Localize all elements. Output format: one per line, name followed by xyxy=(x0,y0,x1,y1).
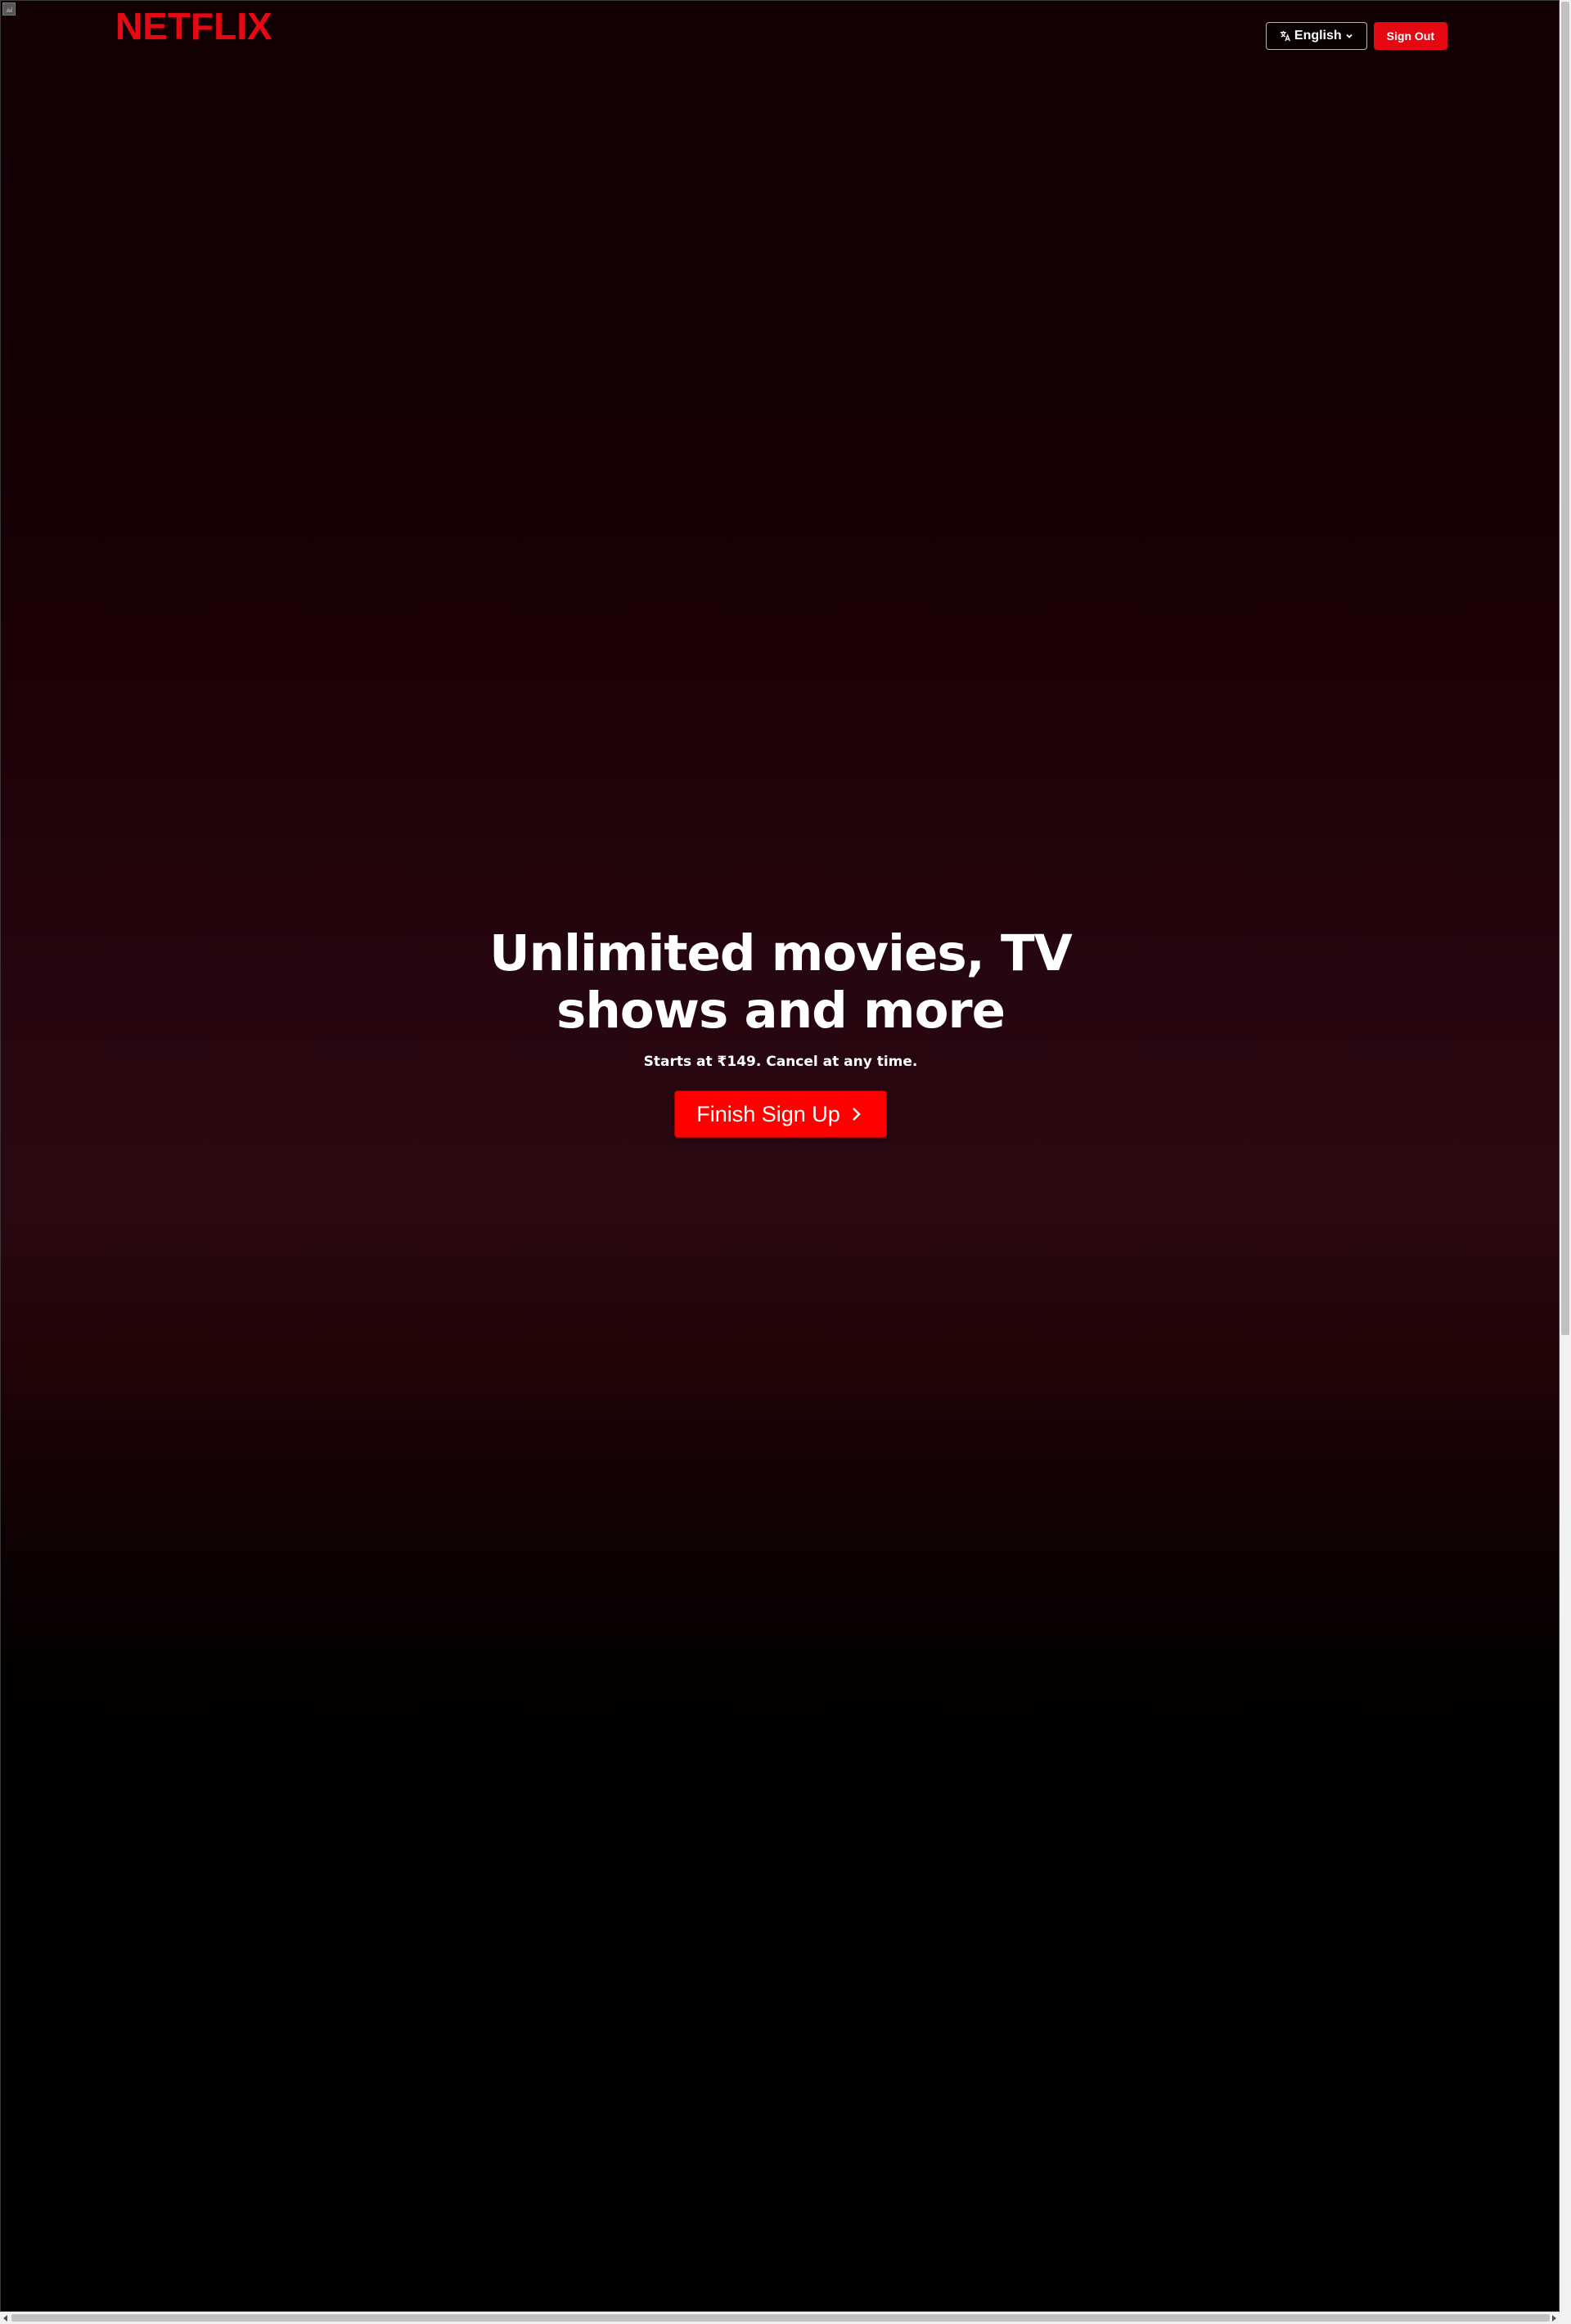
hero-title-line2: shows and more xyxy=(556,982,1006,1040)
language-select-value: English xyxy=(1294,29,1342,43)
translate-icon xyxy=(1280,30,1291,42)
hero-title: Unlimited movies, TV shows and more xyxy=(1,924,1559,1040)
language-select[interactable]: English xyxy=(1265,22,1367,50)
finish-sign-up-button[interactable]: Finish Sign Up xyxy=(674,1090,887,1138)
finish-sign-up-label: Finish Sign Up xyxy=(696,1101,840,1126)
hero-title-line1: Unlimited movies, TV xyxy=(489,924,1073,982)
hero-subtitle: Starts at ₹149. Cancel at any time. xyxy=(643,1054,918,1070)
horizontal-scrollbar[interactable] xyxy=(0,2312,1571,2324)
chevron-down-icon xyxy=(1345,32,1353,40)
vertical-scrollbar-thumb[interactable] xyxy=(1561,2,1569,1335)
vertical-scrollbar[interactable] xyxy=(1560,0,1571,2312)
sign-out-button[interactable]: Sign Out xyxy=(1373,22,1447,50)
scroll-right-icon[interactable] xyxy=(1552,2315,1556,2322)
scroll-left-icon[interactable] xyxy=(3,2315,7,2322)
broken-image-icon xyxy=(2,2,16,16)
netflix-logo[interactable]: NETFLIX xyxy=(115,4,272,48)
chevron-right-icon xyxy=(850,1105,862,1123)
viewport: NETFLIX English Sign Out Unlimited movie… xyxy=(0,0,1560,2312)
hero: Unlimited movies, TV shows and more Star… xyxy=(1,924,1559,1138)
header-actions: English Sign Out xyxy=(1265,22,1447,50)
horizontal-scrollbar-thumb[interactable] xyxy=(11,2314,1550,2322)
page: NETFLIX English Sign Out Unlimited movie… xyxy=(0,0,1571,2324)
